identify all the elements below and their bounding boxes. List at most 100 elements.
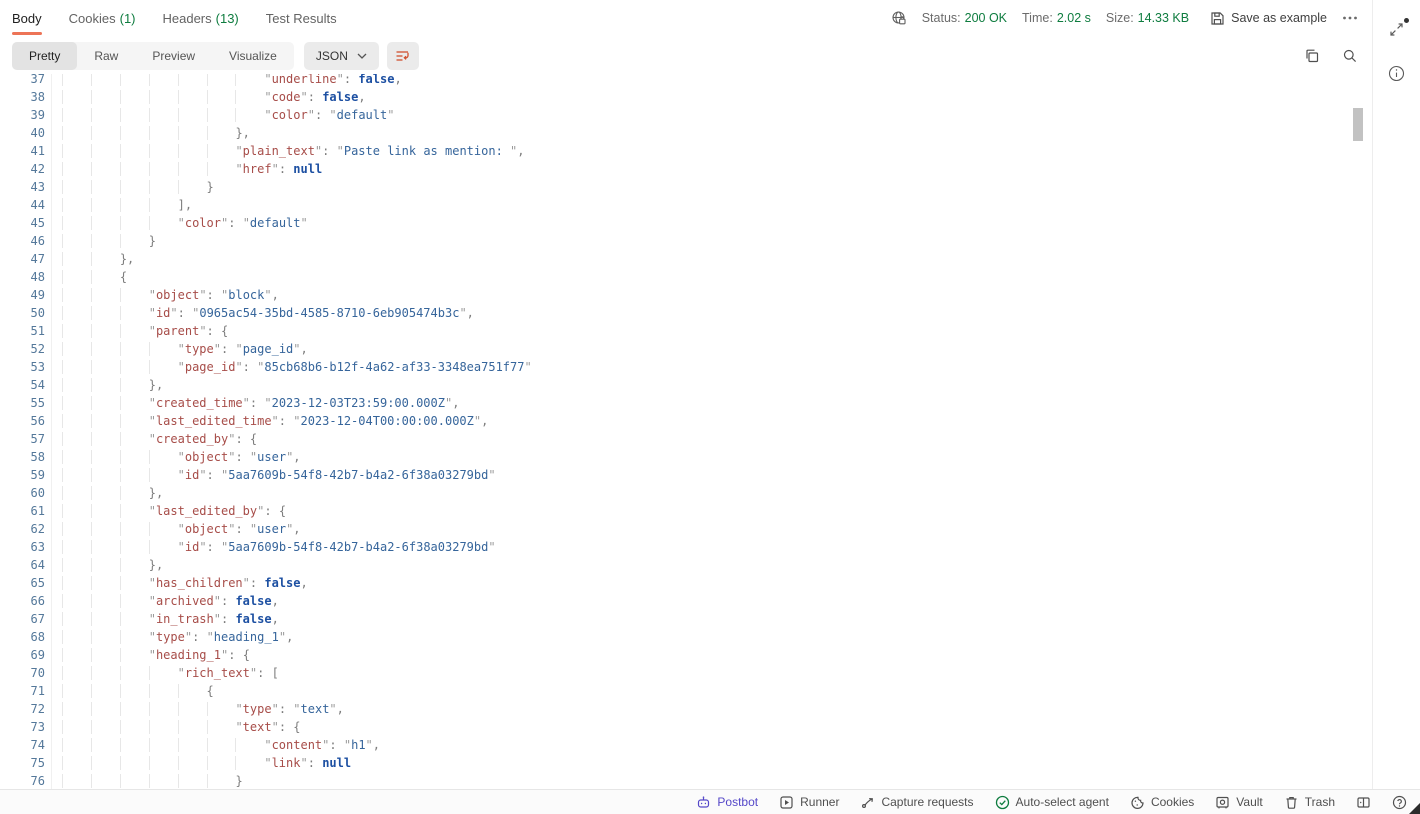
view-mode-segmented-control: Pretty Raw Preview Visualize	[12, 42, 294, 70]
runner-icon	[779, 795, 794, 810]
code-line: 48 {	[0, 268, 1372, 286]
cookies-button[interactable]: Cookies	[1130, 795, 1194, 810]
code-line: 57 "created_by": {	[0, 430, 1372, 448]
save-as-example-label: Save as example	[1231, 11, 1327, 25]
code-line: 47 },	[0, 250, 1372, 268]
trash-icon	[1284, 795, 1299, 810]
code-line: 49 "object": "block",	[0, 286, 1372, 304]
code-line: 44 ],	[0, 196, 1372, 214]
line-number: 56	[0, 412, 45, 430]
code-line: 69 "heading_1": {	[0, 646, 1372, 664]
vault-icon	[1215, 795, 1230, 810]
line-number: 68	[0, 628, 45, 646]
code-line: 58 "object": "user",	[0, 448, 1372, 466]
response-tab-row: Body Cookies (1) Headers (13) Test Resul…	[0, 0, 1372, 36]
trash-button[interactable]: Trash	[1284, 795, 1335, 810]
view-mode-preview[interactable]: Preview	[135, 42, 212, 70]
capture-requests-label: Capture requests	[881, 795, 973, 809]
network-globe-lock-icon[interactable]	[891, 10, 907, 26]
line-number: 47	[0, 250, 45, 268]
line-number: 67	[0, 610, 45, 628]
line-number: 75	[0, 754, 45, 772]
postbot-button[interactable]: Postbot	[696, 795, 758, 810]
line-number: 59	[0, 466, 45, 484]
wrap-lines-icon	[395, 49, 410, 63]
tab-count: (13)	[216, 11, 239, 26]
notification-dot	[1404, 18, 1409, 23]
line-number: 64	[0, 556, 45, 574]
runner-button[interactable]: Runner	[779, 795, 839, 810]
expand-pane-icon[interactable]	[1389, 22, 1404, 37]
code-line: 65 "has_children": false,	[0, 574, 1372, 592]
tab-test-results[interactable]: Test Results	[266, 0, 337, 36]
tab-body[interactable]: Body	[12, 0, 42, 36]
code-line: 53 "page_id": "85cb68b6-b12f-4a62-af33-3…	[0, 358, 1372, 376]
code-line: 64 },	[0, 556, 1372, 574]
size-label: Size:	[1106, 11, 1134, 25]
line-number: 69	[0, 646, 45, 664]
wrap-lines-button[interactable]	[387, 42, 419, 70]
line-number: 50	[0, 304, 45, 322]
code-line: 42 "href": null	[0, 160, 1372, 178]
code-line: 52 "type": "page_id",	[0, 340, 1372, 358]
line-number: 60	[0, 484, 45, 502]
info-icon[interactable]	[1388, 65, 1405, 82]
code-line: 50 "id": "0965ac54-35bd-4585-8710-6eb905…	[0, 304, 1372, 322]
more-options-icon[interactable]	[1342, 11, 1358, 25]
line-number: 65	[0, 574, 45, 592]
line-number: 42	[0, 160, 45, 178]
line-number: 58	[0, 448, 45, 466]
auto-select-agent-button[interactable]: Auto-select agent	[995, 795, 1109, 810]
view-mode-raw[interactable]: Raw	[77, 42, 135, 70]
capture-requests-icon	[860, 795, 875, 810]
response-header: Body Cookies (1) Headers (13) Test Resul…	[0, 0, 1372, 74]
code-line: 51 "parent": {	[0, 322, 1372, 340]
status-value: 200 OK	[965, 11, 1007, 25]
line-number: 61	[0, 502, 45, 520]
language-value: JSON	[316, 49, 348, 63]
view-mode-pretty[interactable]: Pretty	[12, 42, 77, 70]
split-pane-icon[interactable]	[1356, 795, 1371, 810]
code-line: 46 }	[0, 232, 1372, 250]
line-number: 51	[0, 322, 45, 340]
code-line: 61 "last_edited_by": {	[0, 502, 1372, 520]
line-number: 49	[0, 286, 45, 304]
code-line: 43 }	[0, 178, 1372, 196]
capture-requests-button[interactable]: Capture requests	[860, 795, 973, 810]
vertical-scrollbar-thumb[interactable]	[1353, 108, 1363, 141]
body-view-toolbar: Pretty Raw Preview Visualize JSON	[12, 42, 1358, 70]
time-metric: Time: 2.02 s	[1022, 11, 1091, 25]
tab-label: Cookies	[69, 11, 116, 26]
code-line: 67 "in_trash": false,	[0, 610, 1372, 628]
code-line: 54 },	[0, 376, 1372, 394]
tab-headers[interactable]: Headers (13)	[163, 0, 239, 36]
postman-response-pane: 37 "underline": false,38 "code": false,3…	[0, 0, 1420, 814]
line-number: 39	[0, 106, 45, 124]
tab-cookies[interactable]: Cookies (1)	[69, 0, 136, 36]
line-number: 66	[0, 592, 45, 610]
copy-icon[interactable]	[1304, 48, 1320, 64]
code-line: 76 }	[0, 772, 1372, 789]
response-body-viewer[interactable]: 37 "underline": false,38 "code": false,3…	[0, 0, 1372, 789]
line-number: 46	[0, 232, 45, 250]
vault-button[interactable]: Vault	[1215, 795, 1262, 810]
line-number: 45	[0, 214, 45, 232]
search-icon[interactable]	[1342, 48, 1358, 64]
time-label: Time:	[1022, 11, 1053, 25]
vault-label: Vault	[1236, 795, 1262, 809]
view-mode-visualize[interactable]: Visualize	[212, 42, 294, 70]
help-icon[interactable]	[1392, 795, 1407, 810]
code-line: 39 "color": "default"	[0, 106, 1372, 124]
language-dropdown[interactable]: JSON	[304, 42, 379, 70]
tab-count: (1)	[120, 11, 136, 26]
right-icon-strip	[1372, 0, 1420, 789]
auto-select-agent-label: Auto-select agent	[1016, 795, 1109, 809]
line-number: 44	[0, 196, 45, 214]
line-number: 38	[0, 88, 45, 106]
status-metric: Status: 200 OK	[922, 11, 1007, 25]
window-resize-corner	[1409, 803, 1420, 814]
trash-label: Trash	[1305, 795, 1335, 809]
line-number: 52	[0, 340, 45, 358]
tab-label: Body	[12, 11, 42, 26]
save-as-example-button[interactable]: Save as example	[1210, 11, 1327, 26]
